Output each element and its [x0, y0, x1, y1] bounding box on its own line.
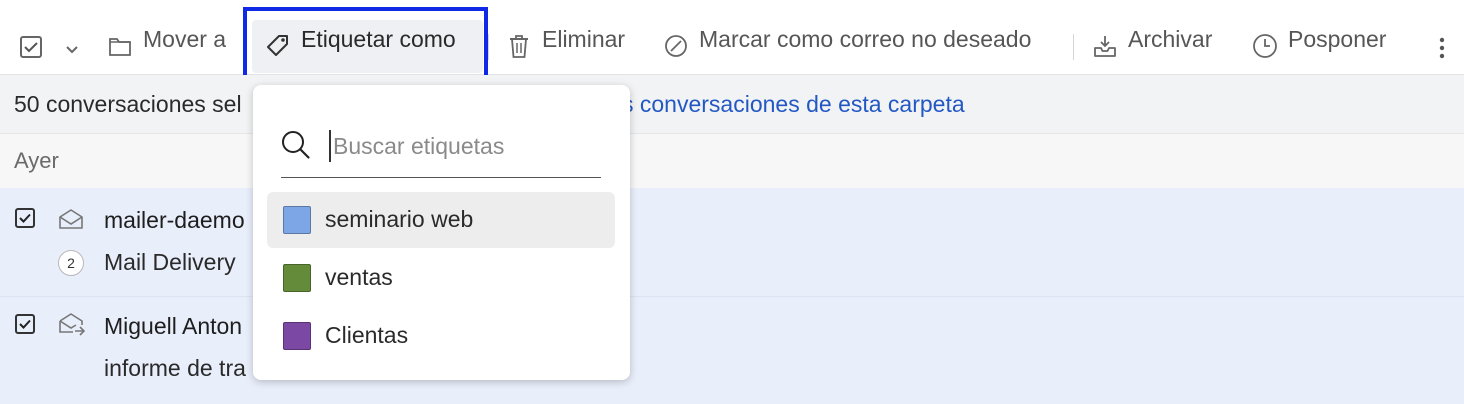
mark-as-spam-label: Marcar como correo no deseado: [699, 26, 1032, 52]
envelope-open-icon: [59, 209, 83, 229]
delete-button[interactable]: Eliminar: [508, 20, 625, 74]
checkmark-icon: [19, 319, 31, 329]
label-option-text: ventas: [325, 264, 393, 290]
trash-icon: [510, 35, 528, 58]
tag-button-highlight: [243, 7, 488, 80]
toolbar-separator: [488, 34, 489, 60]
select-all-in-folder-link[interactable]: s conversaciones de esta carpeta: [622, 91, 965, 118]
select-all-checkbox[interactable]: [20, 36, 42, 58]
archive-button[interactable]: Archivar: [1093, 20, 1212, 74]
label-option-clientas[interactable]: Clientas: [267, 308, 615, 364]
date-group-header: Ayer: [0, 134, 1464, 188]
checkbox-checked-icon: [20, 36, 42, 58]
label-color-swatch: [283, 322, 311, 350]
folder-icon: [109, 38, 131, 56]
search-icon: [282, 131, 310, 159]
label-option-seminario-web[interactable]: seminario web: [267, 192, 615, 248]
toolbar-separator: [1073, 34, 1074, 60]
label-color-swatch: [283, 206, 311, 234]
label-search-field: [281, 127, 601, 178]
conversation-subject: Mail Delivery: [104, 249, 236, 275]
move-to-button[interactable]: Mover a: [108, 20, 226, 74]
block-icon: [665, 35, 687, 57]
clock-icon: [1253, 34, 1277, 58]
delete-label: Eliminar: [542, 26, 626, 52]
tag-as-dropdown-menu: seminario web ventas Clientas: [253, 85, 630, 380]
conversation-subject: informe de tra: [104, 355, 246, 381]
label-search-input[interactable]: [329, 130, 593, 162]
row-checkbox[interactable]: [15, 314, 35, 334]
row-checkbox[interactable]: [15, 208, 35, 228]
label-option-text: seminario web: [325, 206, 474, 232]
chevron-down-icon: [66, 46, 78, 54]
date-group-label: Ayer: [14, 148, 59, 173]
more-actions-button[interactable]: [1436, 36, 1448, 60]
archive-icon: [1094, 36, 1116, 57]
conversation-row[interactable]: mailer-daemo 2 Mail Delivery: [0, 188, 1464, 297]
checkmark-icon: [19, 213, 31, 223]
label-color-swatch: [283, 264, 311, 292]
selection-bar: 50 conversaciones sel s conversaciones d…: [0, 75, 1464, 134]
message-count-badge: 2: [58, 250, 84, 276]
snooze-label: Posponer: [1288, 26, 1387, 52]
conversation-sender: Miguell Anton: [104, 313, 243, 339]
mark-as-spam-button[interactable]: Marcar como correo no deseado: [664, 20, 1031, 74]
move-to-label: Mover a: [143, 26, 227, 52]
conversation-sender: mailer-daemo: [104, 207, 245, 233]
envelope-forwarded-icon: [59, 313, 86, 336]
label-option-text: Clientas: [325, 322, 409, 348]
select-options-dropdown[interactable]: [65, 42, 79, 54]
conversation-row[interactable]: Miguell Anton informe de tra: [0, 297, 1464, 404]
selection-count-text: 50 conversaciones sel: [14, 91, 242, 117]
snooze-button[interactable]: Posponer: [1252, 20, 1386, 74]
archive-label: Archivar: [1128, 26, 1213, 52]
label-option-ventas[interactable]: ventas: [267, 250, 615, 306]
more-vertical-icon: [1439, 37, 1445, 59]
toolbar: Mover a Etiquetar como Eliminar Marcar c…: [0, 0, 1464, 80]
